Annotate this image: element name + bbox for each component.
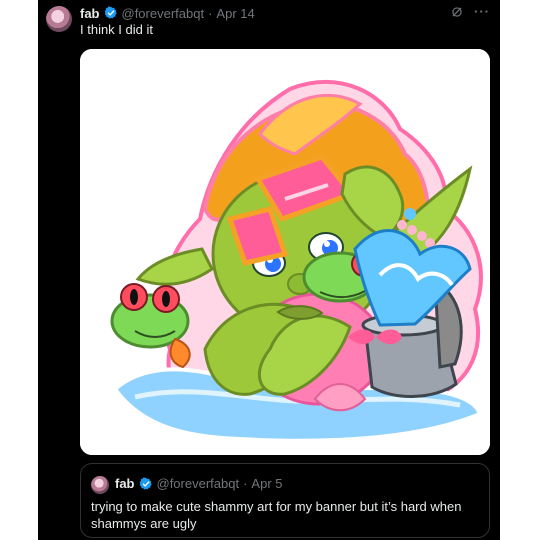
separator-dot: · (208, 5, 213, 21)
author-handle[interactable]: @foreverfabqt (122, 6, 205, 21)
post-text: I think I did it (80, 22, 153, 37)
grok-icon[interactable] (450, 5, 464, 19)
quoted-author-handle[interactable]: @foreverfabqt (157, 476, 240, 491)
quoted-post-card[interactable]: fab @foreverfabqt · Apr 5 trying to make… (80, 463, 490, 538)
post-header: fab @foreverfabqt · Apr 14 (80, 4, 255, 22)
goblin-artwork (80, 49, 490, 455)
author-name[interactable]: fab (80, 6, 100, 21)
verified-badge-icon (139, 476, 152, 490)
quoted-author-name[interactable]: fab (115, 476, 135, 491)
quoted-post-date[interactable]: Apr 5 (251, 476, 282, 491)
post-date[interactable]: Apr 14 (216, 6, 254, 21)
verified-badge-icon (104, 6, 117, 19)
quoted-post-header: fab @foreverfabqt · Apr 5 (115, 476, 283, 491)
quoted-post-text: trying to make cute shammy art for my ba… (91, 499, 462, 531)
post-card: fab @foreverfabqt · Apr 14 ··· I think I… (38, 0, 500, 540)
author-avatar[interactable] (46, 6, 72, 32)
post-actions: ··· (450, 4, 490, 19)
quoted-author-avatar[interactable] (91, 476, 109, 494)
quoted-separator-dot: · (243, 476, 248, 491)
more-options-icon[interactable]: ··· (474, 4, 490, 19)
post-media-image[interactable] (80, 49, 490, 455)
